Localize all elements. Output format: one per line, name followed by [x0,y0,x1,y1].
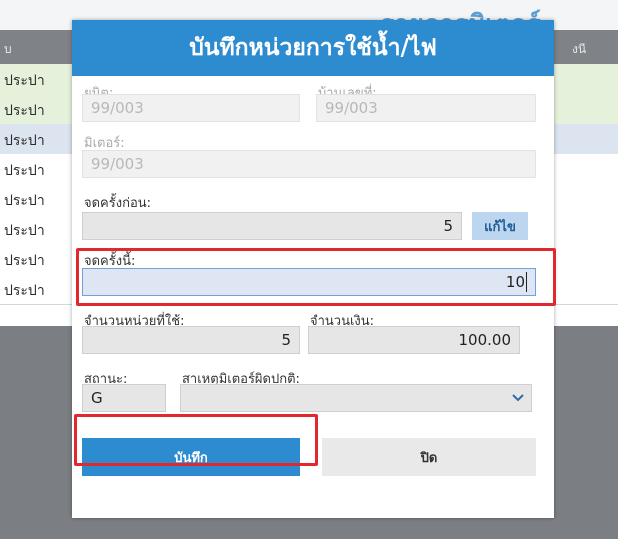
units-used-field: 5 [82,326,300,354]
amount-field: 100.00 [308,326,520,354]
current-reading-value: 10 [505,273,525,291]
background-row-text: ประปา [4,253,45,269]
background-row-text: ประปา [4,193,45,209]
abnormal-reason-select[interactable] [180,384,532,412]
background-column-left: บ [4,42,12,56]
previous-reading-field: 5 [82,212,462,240]
text-cursor [526,272,527,292]
status-field: G [82,384,166,412]
previous-reading-label: จดครั้งก่อน: [84,196,152,211]
current-reading-input[interactable]: 10 [82,268,536,296]
background-row-text: ประปา [4,73,45,89]
background-row-text: ประปา [4,283,45,299]
chevron-down-icon[interactable] [505,385,531,411]
background-row-text: ประปา [4,223,45,239]
background-column-right: งนี [572,42,587,56]
meter-reading-dialog: บันทึกหน่วยการใช้น้ำ/ไฟ ยูนิต: 99/003 บ้… [72,20,554,518]
unit-field: 99/003 [82,94,300,122]
house-no-field: 99/003 [316,94,536,122]
meter-field: 99/003 [82,150,536,178]
save-button[interactable]: บันทึก [82,438,300,476]
background-row-text: ประปา [4,163,45,179]
close-button[interactable]: ปิด [322,438,536,476]
edit-button[interactable]: แก้ไข [472,212,528,240]
dialog-title: บันทึกหน่วยการใช้น้ำ/ไฟ [72,20,554,76]
background-row-text: ประปา [4,133,45,149]
background-row-text: ประปา [4,103,45,119]
